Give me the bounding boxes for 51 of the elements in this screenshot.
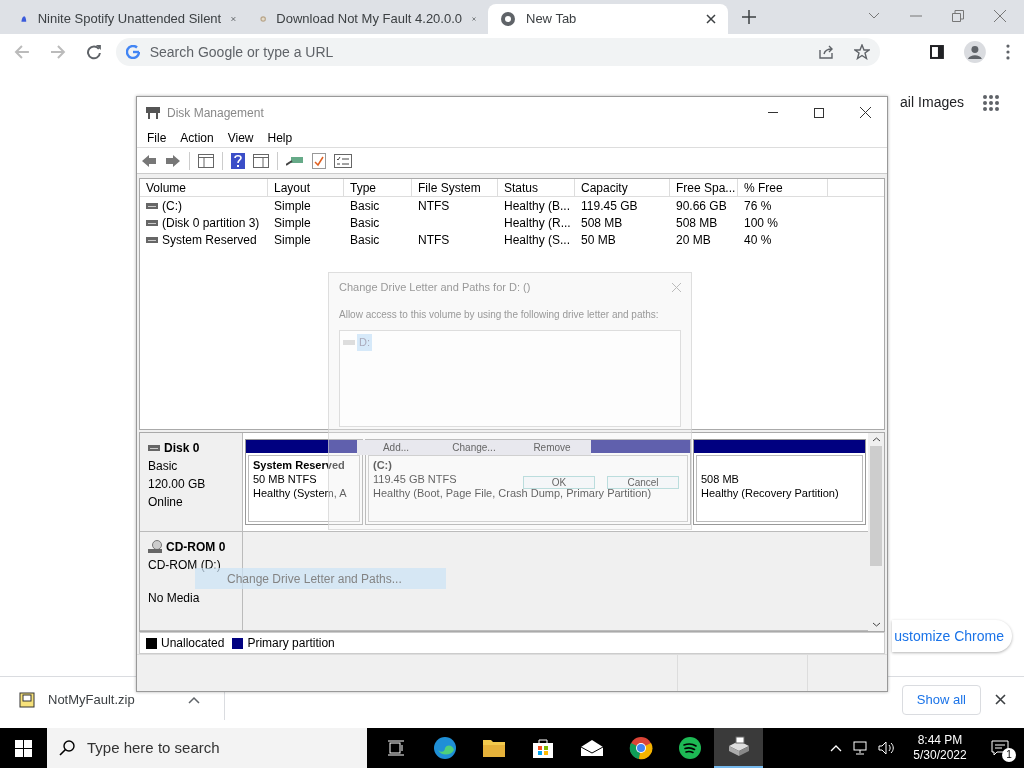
tab-title: Download Not My Fault 4.20.0.0 xyxy=(276,10,463,29)
partition-info: Healthy (Boot, Page File, Crash Dump, Primary Partition) xyxy=(373,486,652,500)
table-cell-text: 508 MB xyxy=(581,214,623,232)
table-cell-text: 90.66 GB xyxy=(676,197,727,215)
partition-info: Healthy (System, A xyxy=(253,486,347,500)
disk-name: CD-ROM 0 xyxy=(166,539,226,556)
window-title: Disk Management xyxy=(167,104,264,122)
table-cell-text: Healthy (R... xyxy=(504,214,571,232)
dialog-title: Change Drive Letter and Paths for D: () xyxy=(339,279,532,295)
table-cell-text: 40 % xyxy=(744,231,772,249)
dialog-description: Allow access to this volume by using the following drive letter and paths: xyxy=(339,308,660,322)
table-cell-text: Simple xyxy=(274,197,311,215)
tab-title: New Tab xyxy=(526,10,578,29)
address-placeholder: Search Google or type a URL xyxy=(149,42,335,62)
table-cell-text: 76 % xyxy=(744,197,772,215)
table-cell-text: Basic xyxy=(350,214,380,232)
table-cell-text: (C:) xyxy=(162,197,182,215)
table-cell-text: Simple xyxy=(274,214,311,232)
table-cell-text: 50 MB xyxy=(581,231,616,249)
table-cell-text: 119.45 GB xyxy=(581,197,638,215)
disk-info: No Media xyxy=(148,590,201,607)
download-filename: NotMyFault.zip xyxy=(48,690,136,709)
table-cell-text: Basic xyxy=(350,231,380,249)
table-cell-text: Healthy (B... xyxy=(504,197,571,215)
tab-title: Ninite Spotify Unattended Silent xyxy=(37,10,222,29)
disk-info: Online xyxy=(148,494,184,511)
table-cell-text: Basic xyxy=(350,197,380,215)
partition-info: 119.45 GB NTFS xyxy=(373,472,457,486)
clock-time: 8:44 PM xyxy=(917,733,963,748)
table-cell-text: 20 MB xyxy=(676,231,711,249)
disk-info: 120.00 GB xyxy=(148,476,207,493)
table-cell-text: Healthy (S... xyxy=(504,231,571,249)
disk-name: Disk 0 xyxy=(164,440,200,457)
legend-label: Primary partition xyxy=(247,635,335,652)
disk-info: Basic xyxy=(148,458,179,475)
search-placeholder: Type here to search xyxy=(87,737,220,758)
legend-label: Unallocated xyxy=(161,635,225,652)
partition-title: System Reserved xyxy=(253,458,345,472)
table-cell-text: System Reserved xyxy=(162,231,257,249)
table-cell-text: 508 MB xyxy=(676,214,718,232)
table-cell-text: Simple xyxy=(274,231,311,249)
table-cell-text: (Disk 0 partition 3) xyxy=(162,214,260,232)
partition-info: Healthy (Recovery Partition) xyxy=(701,486,839,500)
partition-title: (C:) xyxy=(373,458,392,472)
table-cell-text: 100 % xyxy=(744,214,779,232)
table-cell-text: NTFS xyxy=(418,197,450,215)
partition-info: 508 MB xyxy=(701,472,739,486)
notification-count: 1 xyxy=(1002,748,1016,762)
table-cell-text: NTFS xyxy=(418,231,450,249)
partition-info: 50 MB NTFS xyxy=(253,472,317,486)
clock-date: 5/30/2022 xyxy=(913,748,967,763)
